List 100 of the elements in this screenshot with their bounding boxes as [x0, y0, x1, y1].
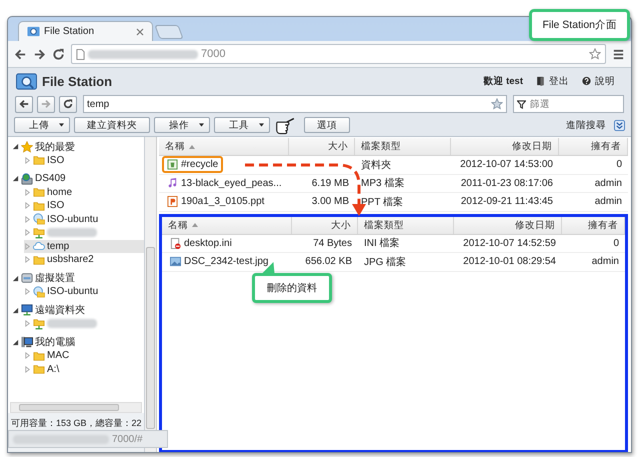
column-header[interactable]: 檔案類型: [358, 216, 454, 234]
tree-item[interactable]: temp: [24, 240, 144, 253]
file-name: desktop.ini: [184, 238, 232, 249]
tree-item[interactable]: ISO-ubuntu: [24, 285, 144, 298]
column-header[interactable]: 大小: [292, 216, 358, 234]
tree-label: A:\: [47, 364, 60, 375]
tree-item[interactable]: 我的電腦: [12, 336, 144, 349]
mounted-folder-icon: [33, 213, 45, 226]
path-field[interactable]: temp: [83, 95, 507, 113]
app-title: File Station: [42, 74, 112, 88]
column-header[interactable]: 檔案類型: [355, 138, 451, 155]
server-globe-icon: [21, 172, 33, 185]
table-cell: 0: [616, 159, 622, 170]
forward-arrow-icon: [41, 99, 51, 109]
file-row[interactable]: desktop.ini 74 Bytes INI 檔案 2012-10-07 14:52:59 0: [162, 234, 625, 253]
tree-item[interactable]: DS409: [12, 172, 144, 186]
tree-item[interactable]: ISO: [24, 154, 144, 167]
tree-label: ISO-ubuntu: [47, 214, 98, 225]
funnel-icon: [517, 100, 526, 108]
filter-field[interactable]: 篩選: [513, 95, 624, 113]
vertical-scrollbar[interactable]: [145, 137, 157, 452]
expand-down-icon[interactable]: [614, 120, 625, 130]
collapsed-arrow-icon[interactable]: [24, 156, 31, 164]
tree-item[interactable]: home: [24, 186, 144, 199]
forward-arrow-icon[interactable]: [33, 48, 46, 60]
folder-icon: [33, 350, 45, 362]
expanded-arrow-icon[interactable]: [12, 143, 19, 150]
table-cell: admin: [594, 196, 622, 208]
advanced-search-label[interactable]: 進階搜尋: [566, 118, 606, 132]
horizontal-scrollbar[interactable]: [10, 402, 142, 413]
column-header[interactable]: 修改日期: [454, 216, 562, 234]
table-cell-text: MP3 檔案: [361, 176, 404, 190]
tree-item[interactable]: A:\: [24, 362, 144, 376]
collapsed-arrow-icon[interactable]: [24, 320, 31, 328]
drive-icon: [21, 272, 33, 284]
close-icon[interactable]: [136, 28, 144, 36]
table-cell-text: INI 檔案: [364, 236, 400, 250]
toolbar-button[interactable]: 上傳: [14, 117, 70, 133]
table-cell: 2011-01-23 08:17:06: [460, 178, 553, 189]
back-arrow-icon[interactable]: [14, 48, 27, 60]
table-cell: 2012-10-07 14:52:59: [463, 238, 556, 249]
expanded-arrow-icon[interactable]: [12, 306, 19, 314]
music-note-icon: [167, 178, 178, 189]
column-header[interactable]: 擁有者: [562, 216, 625, 234]
folder-magnifier-icon: [27, 25, 40, 38]
column-header[interactable]: 擁有者: [559, 138, 628, 155]
url-text: 7000: [201, 48, 226, 60]
column-header[interactable]: 名稱: [159, 138, 289, 155]
tree-item[interactable]: 虛擬裝置: [12, 272, 144, 285]
help-link[interactable]: 說明: [582, 74, 615, 88]
sort-up-icon: [189, 144, 195, 148]
table-cell: 6.19 MB: [312, 178, 349, 189]
toolbar-button[interactable]: 建立資料夾: [74, 117, 150, 133]
table-cell: 2012-10-07 14:53:00: [460, 159, 553, 170]
browser-tab[interactable]: File Station: [18, 21, 153, 41]
file-row[interactable]: 13-black_eyed_peas... 6.19 MB MP3 檔案 2011-01-23 08:17:06 admin: [159, 174, 628, 193]
tree-label: DS409: [35, 173, 66, 184]
table-cell: admin: [592, 256, 619, 268]
tree-item[interactable]: MAC: [24, 349, 144, 362]
tree-item[interactable]: ISO-ubuntu: [24, 212, 144, 226]
tree-label: temp: [47, 240, 70, 252]
door-icon: [536, 76, 545, 86]
address-bar[interactable]: 7000: [71, 44, 606, 64]
refresh-button[interactable]: [59, 96, 77, 112]
toolbar-button[interactable]: 工具: [214, 117, 270, 133]
folder-icon: [33, 186, 45, 198]
blurred-label: [47, 228, 97, 238]
toolbar-button[interactable]: 操作: [154, 117, 210, 133]
collapsed-arrow-icon[interactable]: [24, 288, 31, 296]
expanded-arrow-icon[interactable]: [12, 338, 19, 346]
toolbar-button[interactable]: 選項: [304, 117, 350, 133]
reload-icon[interactable]: [52, 48, 65, 60]
new-tab-button[interactable]: [154, 25, 184, 39]
column-header[interactable]: 修改日期: [451, 138, 559, 155]
column-header[interactable]: 大小: [289, 138, 355, 155]
star-icon[interactable]: [491, 98, 503, 110]
mounted-folder-icon: [33, 286, 45, 298]
file-row[interactable]: DSC_2342-test.jpg 656.02 KB JPG 檔案 2012-10-01 08:29:54 admin: [162, 253, 625, 272]
star-outline-icon[interactable]: [589, 48, 601, 60]
star-icon: [21, 140, 33, 153]
tree-item[interactable]: ISO: [24, 199, 144, 212]
table-cell: 656.02 KB: [305, 256, 352, 268]
network-folder-icon: [33, 226, 45, 239]
sort-up-icon: [192, 223, 198, 227]
expanded-arrow-icon[interactable]: [12, 274, 19, 282]
file-row[interactable]: #recycle 資料夾 2012-10-07 14:53:00 0: [159, 156, 628, 174]
tree-item[interactable]: usbshare2: [24, 253, 144, 266]
back-button[interactable]: [15, 96, 33, 112]
file-name: 190a1_3_0105.ppt: [181, 196, 264, 208]
folder-magnifier-icon: [16, 72, 37, 90]
table-cell-text: 資料夾: [361, 158, 391, 172]
column-header[interactable]: 名稱: [162, 216, 292, 234]
status-url: 7000/#: [112, 434, 143, 444]
menu-icon[interactable]: [612, 48, 625, 60]
logout-link[interactable]: 登出: [536, 74, 569, 88]
tree-label: home: [47, 186, 72, 198]
caret-icon: [59, 123, 64, 127]
tree-item[interactable]: 我的最愛: [12, 140, 144, 154]
expanded-arrow-icon[interactable]: [12, 175, 19, 182]
tree-item[interactable]: 遠端資料夾: [12, 304, 144, 317]
